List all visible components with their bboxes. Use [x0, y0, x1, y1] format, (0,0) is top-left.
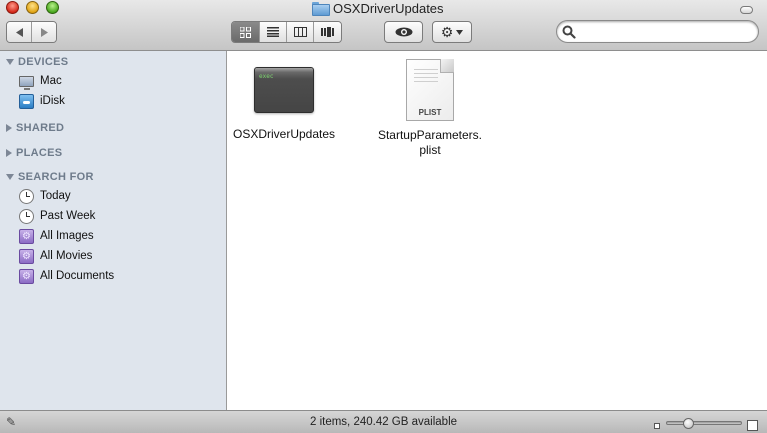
- action-menu-button[interactable]: ⚙: [432, 21, 472, 43]
- search-icon: [562, 25, 576, 39]
- status-text: 2 items, 240.42 GB available: [309, 416, 458, 428]
- minimize-window-button[interactable]: [26, 1, 39, 14]
- sidebar-section-label: DEVICES: [18, 56, 69, 68]
- search-field[interactable]: [556, 20, 759, 43]
- sidebar-section-label: SHARED: [16, 122, 65, 134]
- sidebar-section-search-for[interactable]: SEARCH FOR: [6, 171, 94, 183]
- sidebar-item-label: Past Week: [40, 210, 96, 222]
- sidebar-item-label: Today: [40, 190, 71, 202]
- search-input[interactable]: [579, 24, 751, 39]
- disclosure-triangle-icon: [6, 124, 12, 132]
- sidebar-section-devices[interactable]: DEVICES: [6, 56, 68, 68]
- coverflow-view-icon: [320, 27, 334, 37]
- icon-size-slider[interactable]: [666, 418, 742, 429]
- toolbar-toggle-button[interactable]: [740, 6, 753, 14]
- chevron-down-icon: [456, 29, 464, 35]
- small-icon-size-icon: [654, 423, 660, 429]
- coverflow-view-button[interactable]: [314, 22, 341, 42]
- sidebar-item-label: iDisk: [40, 95, 65, 107]
- eye-icon: [395, 27, 412, 37]
- back-button[interactable]: [7, 22, 32, 42]
- view-mode-control: [231, 21, 342, 43]
- sidebar-item-all-documents[interactable]: All Documents: [19, 267, 114, 285]
- sidebar: DEVICES Mac iDisk SHARED PLACES SEARCH F…: [0, 51, 227, 410]
- status-bar: ✎ 2 items, 240.42 GB available: [0, 410, 767, 433]
- icon-view-button[interactable]: [232, 22, 260, 42]
- clock-icon: [19, 208, 34, 224]
- sidebar-item-all-images[interactable]: All Images: [19, 227, 94, 245]
- icon-view-icon: [240, 26, 251, 38]
- sidebar-item-label: Mac: [40, 75, 62, 87]
- computer-icon: [19, 76, 34, 90]
- folder-icon: [312, 2, 330, 16]
- sidebar-section-label: PLACES: [16, 147, 63, 159]
- sidebar-section-places[interactable]: PLACES: [6, 147, 62, 159]
- sidebar-section-shared[interactable]: SHARED: [6, 122, 64, 134]
- executable-icon-label: exec: [259, 73, 274, 80]
- sidebar-item-today[interactable]: Today: [19, 187, 71, 205]
- window-toolbar: OSXDriverUpdates ⚙: [0, 0, 767, 51]
- close-window-button[interactable]: [6, 1, 19, 14]
- forward-arrow-icon: [40, 27, 48, 37]
- disclosure-triangle-icon: [6, 174, 14, 180]
- quicklook-button[interactable]: [384, 21, 423, 43]
- file-name-line-2: plist: [419, 143, 441, 157]
- smart-folder-icon: [19, 268, 34, 284]
- zoom-window-button[interactable]: [46, 1, 59, 14]
- file-name-line-1: StartupParameters.: [377, 128, 483, 142]
- column-view-icon: [293, 27, 307, 37]
- sidebar-item-label: All Movies: [40, 250, 93, 262]
- sidebar-item-label: All Documents: [40, 270, 115, 282]
- gear-icon: ⚙: [440, 24, 454, 40]
- back-forward-control: [6, 21, 57, 43]
- sidebar-item-idisk[interactable]: iDisk: [19, 92, 65, 110]
- file-item-plist[interactable]: PLIST StartupParameters. plist: [370, 59, 490, 158]
- sidebar-section-label: SEARCH FOR: [18, 171, 94, 183]
- disclosure-triangle-icon: [6, 149, 12, 157]
- smart-folder-icon: [19, 248, 34, 264]
- file-item-executable[interactable]: exec OSXDriverUpdates: [233, 59, 335, 142]
- executable-icon: exec: [254, 67, 314, 113]
- sidebar-item-all-movies[interactable]: All Movies: [19, 247, 92, 265]
- idisk-icon: [19, 93, 34, 109]
- column-view-button[interactable]: [287, 22, 314, 42]
- smart-folder-icon: [19, 228, 34, 244]
- file-name: OSXDriverUpdates: [232, 127, 336, 141]
- disclosure-triangle-icon: [6, 59, 14, 65]
- file-browser-content[interactable]: exec OSXDriverUpdates PLIST StartupParam…: [228, 51, 767, 410]
- plist-badge: PLIST: [418, 108, 442, 117]
- list-view-icon: [267, 27, 279, 37]
- sidebar-item-label: All Images: [40, 230, 94, 242]
- back-arrow-icon: [15, 27, 23, 37]
- sidebar-item-past-week[interactable]: Past Week: [19, 207, 95, 225]
- sidebar-item-mac[interactable]: Mac: [19, 72, 62, 90]
- clock-icon: [19, 188, 34, 204]
- window-title: OSXDriverUpdates: [312, 0, 444, 16]
- window-title-text: OSXDriverUpdates: [333, 0, 444, 16]
- plist-document-icon: PLIST: [406, 59, 454, 121]
- large-icon-size-icon: [747, 420, 758, 431]
- list-view-button[interactable]: [260, 22, 287, 42]
- file-name: StartupParameters. plist: [378, 128, 482, 158]
- forward-button[interactable]: [32, 22, 56, 42]
